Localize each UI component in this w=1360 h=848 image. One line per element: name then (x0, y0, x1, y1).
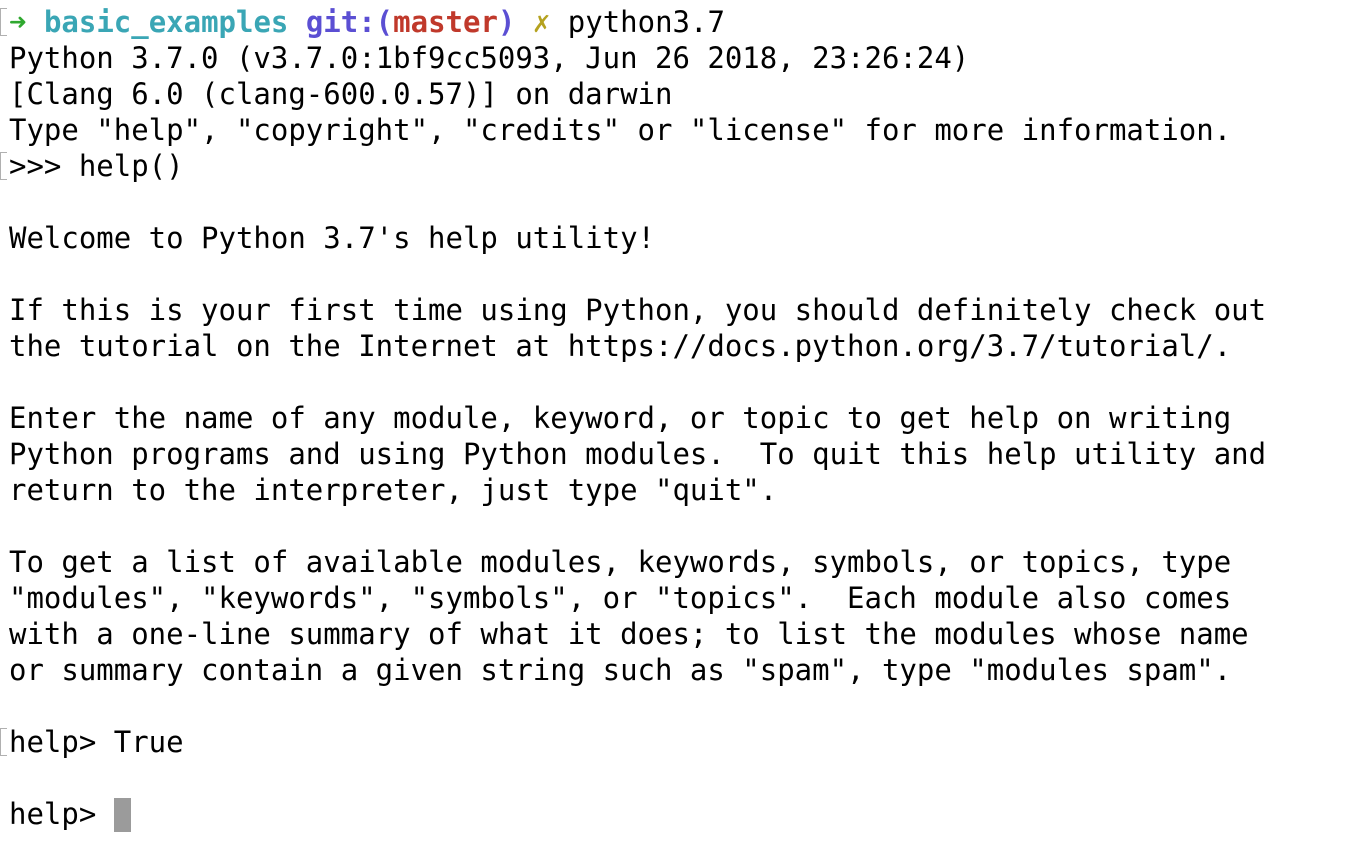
mark-bracket (0, 152, 7, 180)
text-cursor[interactable] (113, 798, 131, 832)
output-line: Python programs and using Python modules… (9, 437, 1267, 471)
output-line: "modules", "keywords", "symbols", or "to… (9, 581, 1232, 615)
prompt-directory: basic_examples (43, 5, 289, 39)
output-line: Python 3.7.0 (v3.7.0:1bf9cc5093, Jun 26 … (9, 41, 970, 75)
help-prompt: help> (9, 797, 114, 831)
help-input-line: help> True (0, 724, 1360, 760)
output-line: Enter the name of any module, keyword, o… (9, 401, 1232, 435)
help-input-text: help> True (9, 725, 184, 759)
repl-input-text: >>> help() (9, 149, 184, 183)
output-line: Welcome to Python 3.7's help utility! (9, 221, 656, 255)
output-line: Type "help", "copyright", "credits" or "… (9, 113, 1232, 147)
repl-input-line: >>> help() (0, 148, 1360, 184)
mark-bracket (0, 8, 7, 36)
output-line: with a one-line summary of what it does;… (9, 617, 1249, 651)
dirty-icon: ✗ (532, 5, 551, 39)
prompt-git-label: git:( (305, 5, 394, 39)
prompt-command: python3.7 (567, 5, 725, 39)
output-line: To get a list of available modules, keyw… (9, 545, 1232, 579)
output-line: [Clang 6.0 (clang-600.0.57)] on darwin (9, 77, 673, 111)
active-prompt-line[interactable]: help> (9, 796, 1360, 832)
shell-prompt-line: ➜ basic_examples git:(master) ✗ python3.… (0, 4, 1360, 40)
output-line: If this is your first time using Python,… (9, 293, 1267, 327)
output-line: or summary contain a given string such a… (9, 653, 1232, 687)
output-line: the tutorial on the Internet at https://… (9, 329, 1232, 363)
prompt-git-close: ) (497, 5, 516, 39)
output-line: return to the interpreter, just type "qu… (9, 473, 778, 507)
arrow-icon: ➜ (9, 5, 27, 39)
terminal-window[interactable]: ➜ basic_examples git:(master) ✗ python3.… (0, 0, 1360, 832)
prompt-branch: master (393, 5, 498, 39)
mark-bracket (0, 728, 7, 756)
